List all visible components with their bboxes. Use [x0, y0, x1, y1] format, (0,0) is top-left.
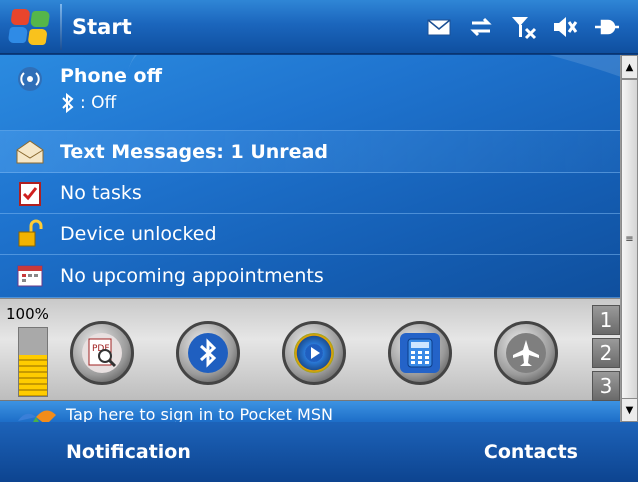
scroll-up-button[interactable]: ▲ — [621, 55, 638, 79]
lock-status-label: Device unlocked — [60, 223, 217, 245]
scroll-down-button[interactable]: ▼ — [621, 398, 638, 422]
launcher-page-tabs: 1 2 3 — [592, 305, 620, 404]
connection-icon[interactable] — [592, 12, 622, 42]
today-item-lock[interactable]: Device unlocked — [0, 214, 620, 255]
appointments-label: No upcoming appointments — [60, 265, 324, 287]
launcher-page-3[interactable]: 3 — [592, 371, 620, 401]
bluetooth-button[interactable] — [176, 321, 240, 385]
contacts-softkey[interactable]: Contacts — [484, 441, 578, 463]
pdf-viewer-icon: PDF — [82, 333, 122, 373]
status-tray — [424, 12, 622, 42]
today-item-phone[interactable]: Phone off : Off — [0, 55, 620, 131]
bluetooth-app-icon — [188, 333, 228, 373]
speaker-off-icon[interactable] — [550, 12, 580, 42]
tasks-icon — [19, 182, 41, 206]
calendar-icon — [17, 265, 43, 287]
softkey-bar: Notification Contacts — [0, 422, 638, 482]
media-player-button[interactable] — [282, 321, 346, 385]
launcher-page-1[interactable]: 1 — [592, 305, 620, 335]
airplane-mode-button[interactable] — [494, 321, 558, 385]
calculator-button[interactable] — [388, 321, 452, 385]
windows-logo-icon — [7, 8, 52, 45]
today-item-tasks[interactable]: No tasks — [0, 173, 620, 214]
airplane-mode-icon — [506, 333, 546, 373]
bluetooth-status: : Off — [80, 93, 117, 113]
msn-signin-bar[interactable]: Tap here to sign in to Pocket MSN — [0, 401, 620, 422]
msn-signin-text: Tap here to sign in to Pocket MSN — [66, 405, 333, 422]
messages-label: Text Messages: 1 Unread — [60, 140, 328, 163]
envelope-icon[interactable] — [424, 12, 454, 42]
title-divider — [60, 3, 62, 50]
app-launcher: 100% PDF 1 2 3 — [0, 298, 620, 401]
media-player-icon — [294, 333, 334, 373]
signal-off-icon[interactable] — [508, 12, 538, 42]
notification-softkey[interactable]: Notification — [66, 441, 191, 463]
battery-fill — [19, 355, 47, 396]
vertical-scrollbar[interactable]: ▲ ≡ ▼ — [620, 55, 638, 422]
unlocked-padlock-icon — [18, 219, 43, 247]
sync-arrows-icon[interactable] — [466, 12, 496, 42]
calculator-icon — [400, 333, 440, 373]
tasks-label: No tasks — [60, 182, 142, 204]
today-item-messages[interactable]: Text Messages: 1 Unread — [0, 131, 620, 173]
pdf-viewer-button[interactable]: PDF — [70, 321, 134, 385]
today-screen: Phone off : Off Text Messages: 1 Unread … — [0, 55, 620, 298]
battery-percentage: 100% — [6, 305, 49, 323]
bluetooth-icon — [62, 93, 74, 113]
phone-signal-icon — [18, 67, 42, 91]
battery-meter — [18, 327, 48, 397]
today-item-appointments[interactable]: No upcoming appointments — [0, 255, 620, 298]
scroll-thumb[interactable]: ≡ — [621, 79, 638, 399]
open-envelope-icon — [16, 139, 44, 163]
start-button[interactable] — [0, 0, 60, 54]
title-bar: Start — [0, 0, 638, 54]
msn-butterfly-icon — [18, 410, 56, 422]
app-title: Start — [72, 14, 132, 39]
phone-status-title: Phone off — [60, 65, 162, 87]
launcher-page-2[interactable]: 2 — [592, 338, 620, 368]
